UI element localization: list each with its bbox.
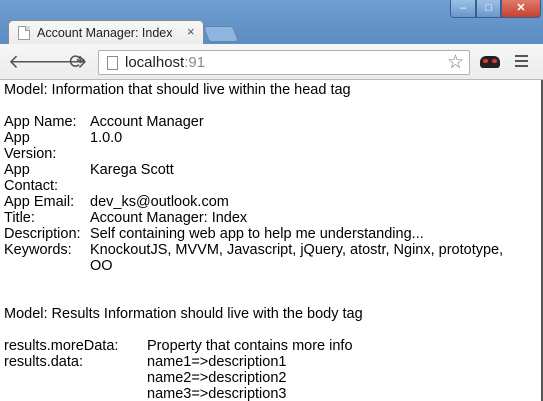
row-value: name1=>description1 bbox=[147, 354, 287, 370]
body-section-heading: Model: Results Information should live w… bbox=[4, 306, 363, 322]
page-favicon-icon bbox=[18, 26, 30, 40]
back-icon[interactable]: 🡐 bbox=[8, 51, 59, 73]
maximize-button[interactable]: □ bbox=[476, 0, 501, 18]
menu-icon[interactable] bbox=[515, 55, 528, 57]
row-label: App bbox=[4, 130, 30, 146]
close-window-button[interactable]: ✕ bbox=[501, 0, 541, 18]
tab-title: Account Manager: Index bbox=[37, 26, 173, 40]
row-value: Property that contains more info bbox=[147, 338, 353, 354]
forward-icon[interactable]: 🡒 bbox=[37, 51, 88, 73]
address-bar[interactable]: localhost:91 ☆ bbox=[98, 50, 470, 75]
tab-close-icon[interactable]: × bbox=[187, 24, 195, 39]
row-value: name2=>description2 bbox=[147, 370, 287, 386]
url-text: localhost:91 bbox=[125, 54, 206, 71]
page-icon bbox=[107, 56, 118, 70]
row-label: Description: bbox=[4, 226, 81, 242]
new-tab-button[interactable] bbox=[203, 26, 239, 42]
row-label: results.data: bbox=[4, 354, 83, 370]
row-label: App Email: bbox=[4, 194, 75, 210]
head-section-heading: Model: Information that should live with… bbox=[4, 82, 351, 98]
row-value: KnockoutJS, MVVM, Javascript, jQuery, at… bbox=[90, 242, 504, 258]
row-label: Contact: bbox=[4, 178, 58, 194]
browser-toolbar: 🡐 🡒 ⟳ localhost:91 ☆ bbox=[0, 44, 543, 80]
row-value: 1.0.0 bbox=[90, 130, 123, 146]
window-titlebar: Account Manager: Index × ‒ □ ✕ bbox=[0, 0, 543, 44]
row-label: results.moreData: bbox=[4, 338, 119, 354]
row-value: Karega Scott bbox=[90, 162, 174, 178]
minimize-button[interactable]: ‒ bbox=[450, 0, 476, 18]
row-value: name3=>description3 bbox=[147, 386, 287, 401]
row-label: App Name: bbox=[4, 114, 77, 130]
row-value: Account Manager: Index bbox=[90, 210, 248, 226]
page-content: Model: Information that should live with… bbox=[0, 80, 543, 401]
row-value: Account Manager bbox=[90, 114, 204, 130]
extension-icon[interactable] bbox=[480, 56, 500, 68]
row-value: dev_ks@outlook.com bbox=[90, 194, 229, 210]
row-label: App bbox=[4, 162, 30, 178]
row-label: Keywords: bbox=[4, 242, 72, 258]
bookmark-star-icon[interactable]: ☆ bbox=[447, 51, 464, 73]
row-label: Version: bbox=[4, 146, 57, 162]
browser-tab[interactable]: Account Manager: Index × bbox=[8, 20, 204, 44]
row-value: OO bbox=[90, 258, 113, 274]
row-label: Title: bbox=[4, 210, 35, 226]
row-value: Self containing web app to help me under… bbox=[90, 226, 424, 242]
reload-icon[interactable]: ⟳ bbox=[66, 51, 88, 73]
